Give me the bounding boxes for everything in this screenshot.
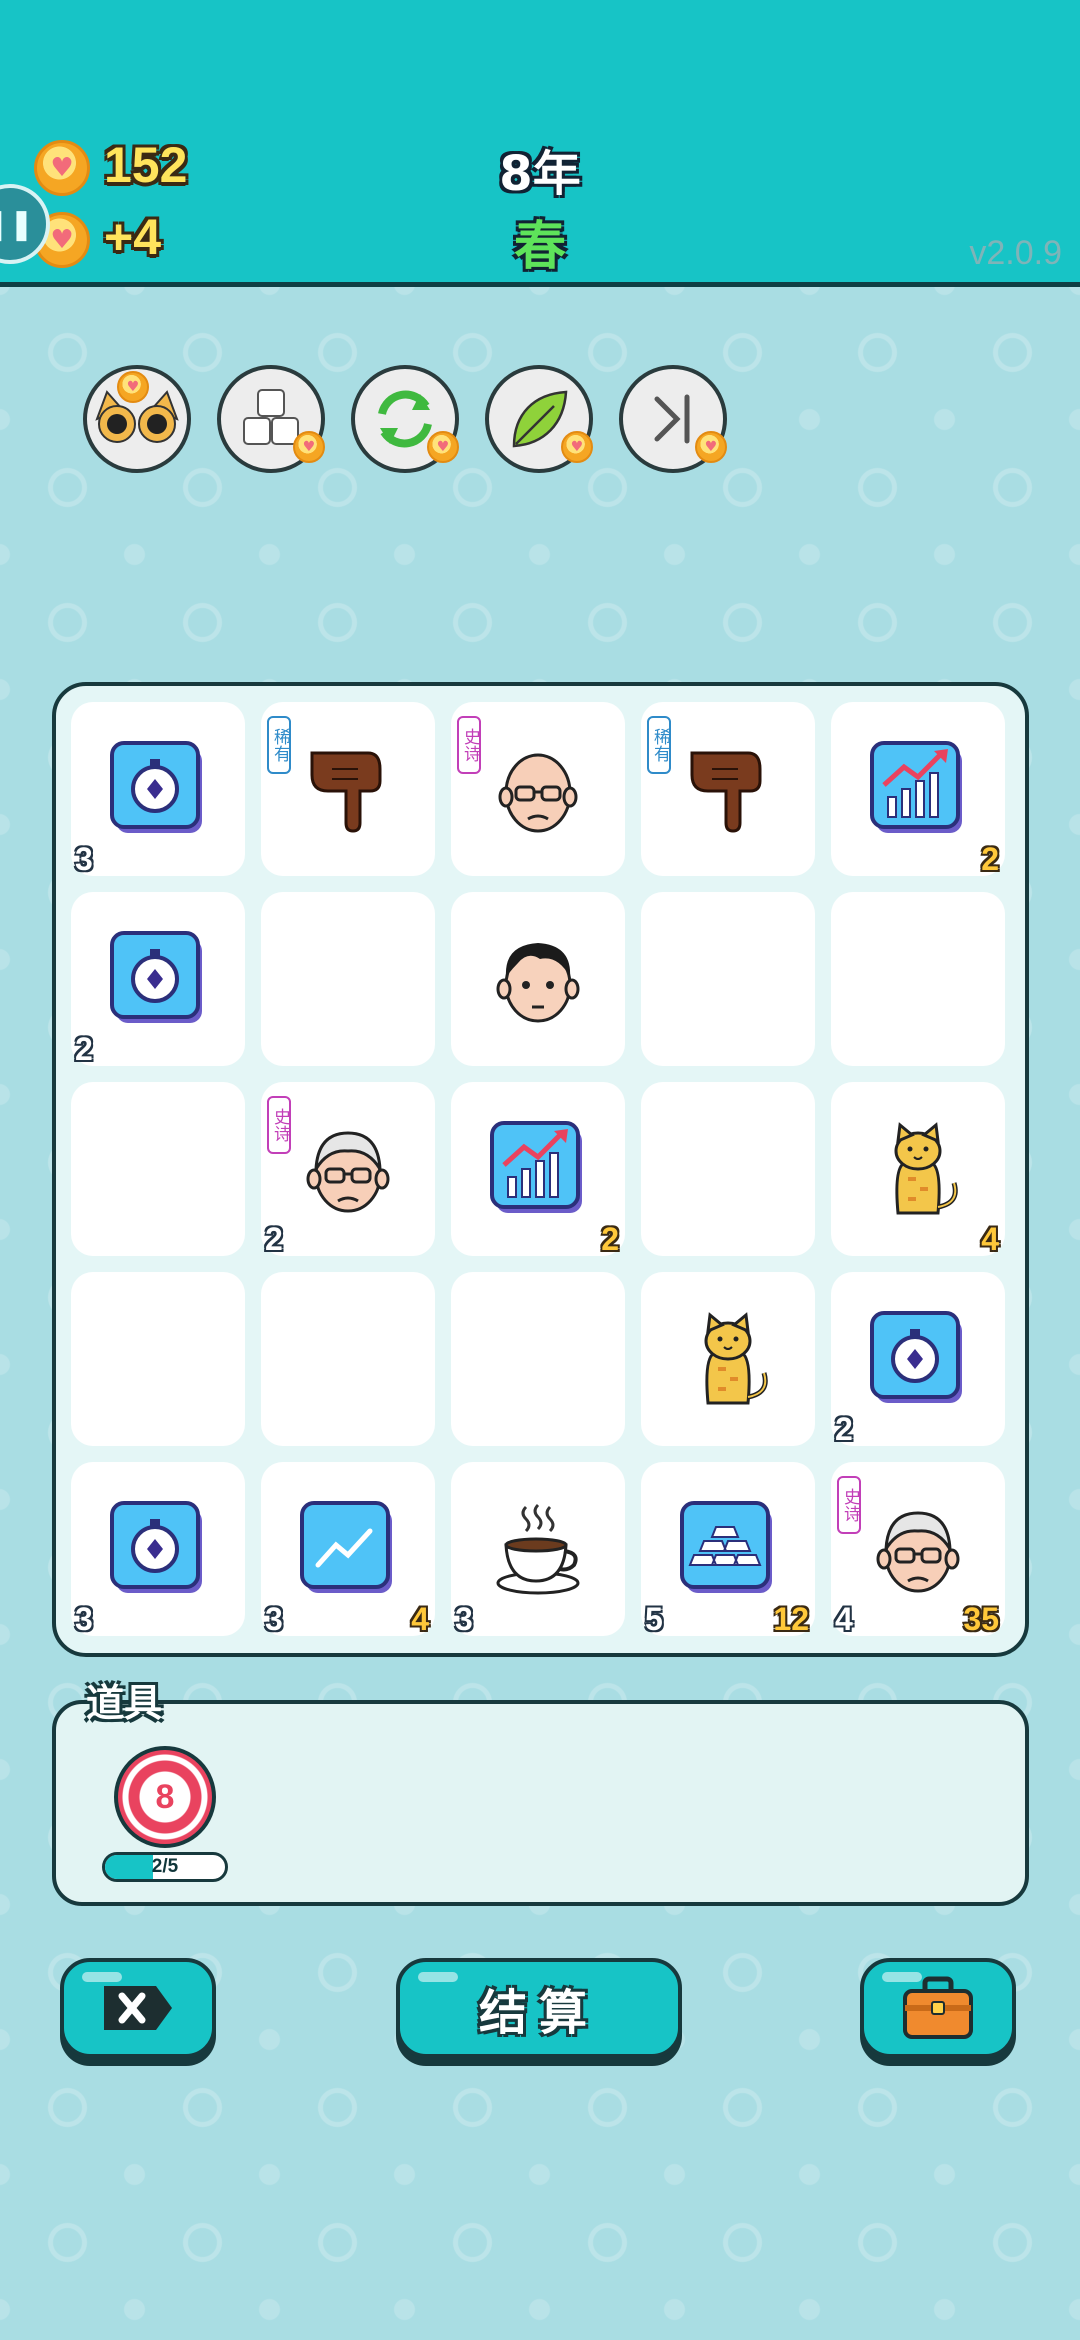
year-label: 8年: [499, 146, 581, 202]
stopwatch-card-icon: [108, 739, 208, 839]
cell-value: 12: [773, 1601, 809, 1637]
chart-card-icon: [488, 1119, 588, 1219]
grandpa-icon: [298, 1119, 398, 1219]
items-label: 道具: [86, 1681, 163, 1725]
rarity-tag: 稀有: [647, 716, 671, 774]
top-bar: ♥ 152 ♥ +4 8年 春 v2.0.9 ❚❚: [0, 0, 1080, 287]
board-cell[interactable]: [451, 1272, 625, 1446]
rarity-tag: 稀有: [267, 716, 291, 774]
grandpa-icon: [868, 1499, 968, 1599]
board-cell[interactable]: 3: [71, 1462, 245, 1637]
board-cell[interactable]: 史诗 4 35: [831, 1462, 1005, 1637]
board-cell[interactable]: [451, 892, 625, 1066]
cell-counter: 3: [265, 1601, 283, 1637]
settle-button-label: 结算: [478, 1985, 599, 2041]
cell-value: 4: [411, 1601, 429, 1637]
delete-tag-icon: [104, 1986, 172, 2030]
board-cell[interactable]: [641, 1272, 815, 1446]
season-label: 春: [513, 217, 566, 277]
cell-counter: 2: [835, 1411, 853, 1447]
young-man-icon: [488, 929, 588, 1029]
leaf-tool-button[interactable]: ♥: [485, 365, 593, 473]
coin-badge-icon: ♥: [561, 431, 593, 463]
board-cell[interactable]: [641, 1082, 815, 1256]
board-cell[interactable]: [261, 1272, 435, 1446]
board-cell[interactable]: 稀有: [261, 702, 435, 876]
rarity-tag: 史诗: [267, 1096, 291, 1154]
dart-target-item[interactable]: 8: [114, 1746, 216, 1848]
coin-badge-icon: ♥: [695, 431, 727, 463]
board-cell[interactable]: [831, 892, 1005, 1066]
cubes-tool-button[interactable]: ♥: [217, 365, 325, 473]
cell-counter: 5: [645, 1601, 663, 1637]
target-value: 8: [155, 1777, 175, 1816]
refresh-tool-button[interactable]: ♥: [351, 365, 459, 473]
board-cell[interactable]: 史诗: [451, 702, 625, 876]
trend-card-icon: [298, 1499, 398, 1599]
cell-value: 2: [601, 1221, 619, 1257]
coin-badge-icon: ♥: [117, 371, 149, 403]
coin-count: 152: [104, 137, 188, 193]
item-progress-bar: 2/5: [102, 1852, 228, 1882]
version-label: v2.0.9: [969, 234, 1062, 272]
rarity-tag: 史诗: [457, 716, 481, 774]
skip-tool-button[interactable]: ♥: [619, 365, 727, 473]
cell-counter: 2: [265, 1221, 283, 1257]
inventory-button[interactable]: [860, 1958, 1016, 2058]
pointing-hand-icon: [298, 739, 398, 839]
coin-badge-icon: ♥: [427, 431, 459, 463]
board-cell[interactable]: 3: [71, 702, 245, 877]
remove-button[interactable]: [60, 1958, 216, 2058]
board-cell[interactable]: 2: [831, 702, 1005, 877]
cell-counter: 2: [75, 1031, 93, 1067]
stopwatch-card-icon: [868, 1309, 968, 1409]
board-cell[interactable]: 3: [451, 1462, 625, 1637]
slot-board: 3 稀有 史诗 稀有 2 2 史诗 2 2 4 2 3 3 4 3 5 12 史…: [52, 682, 1029, 1657]
pointing-hand-icon: [678, 739, 778, 839]
coin-icon: ♥: [34, 140, 90, 196]
chart-card-icon: [868, 739, 968, 839]
board-cell[interactable]: 5 12: [641, 1462, 815, 1637]
cat-icon: [868, 1119, 968, 1219]
gold-bars-card-icon: [678, 1499, 778, 1599]
board-cell[interactable]: 34: [261, 1462, 435, 1637]
board-cell[interactable]: [641, 892, 815, 1066]
progress-text: 2/5: [151, 1856, 179, 1877]
rarity-tag: 史诗: [837, 1476, 861, 1534]
skip-end-icon: [654, 394, 690, 444]
board-cell[interactable]: 2: [71, 892, 245, 1067]
board-cell[interactable]: 2: [831, 1272, 1005, 1447]
cat-icon: [678, 1309, 778, 1409]
cell-value: 4: [981, 1221, 999, 1257]
cell-counter: 3: [455, 1601, 473, 1637]
board-cell[interactable]: 2: [451, 1082, 625, 1257]
board-cell[interactable]: 史诗 2: [261, 1082, 435, 1257]
cell-value: 2: [981, 841, 999, 877]
cell-value: 35: [963, 1601, 999, 1637]
stopwatch-card-icon: [108, 929, 208, 1029]
coin-badge-icon: ♥: [293, 431, 325, 463]
board-cell[interactable]: 稀有: [641, 702, 815, 876]
bald-old-man-icon: [488, 739, 588, 839]
coffee-cup-icon: [488, 1499, 588, 1599]
settle-button[interactable]: 结算: [396, 1958, 682, 2058]
board-cell[interactable]: [71, 1272, 245, 1446]
board-cell[interactable]: [261, 892, 435, 1066]
cell-counter: 3: [75, 1601, 93, 1637]
cell-counter: 4: [835, 1601, 853, 1637]
cat-eyes-tool-button[interactable]: ♥: [83, 365, 191, 473]
income-count: +4: [104, 209, 162, 265]
stopwatch-card-icon: [108, 1499, 208, 1599]
cell-counter: 3: [75, 841, 93, 877]
board-cell[interactable]: [71, 1082, 245, 1256]
briefcase-icon: [903, 1976, 973, 2039]
board-cell[interactable]: 4: [831, 1082, 1005, 1257]
